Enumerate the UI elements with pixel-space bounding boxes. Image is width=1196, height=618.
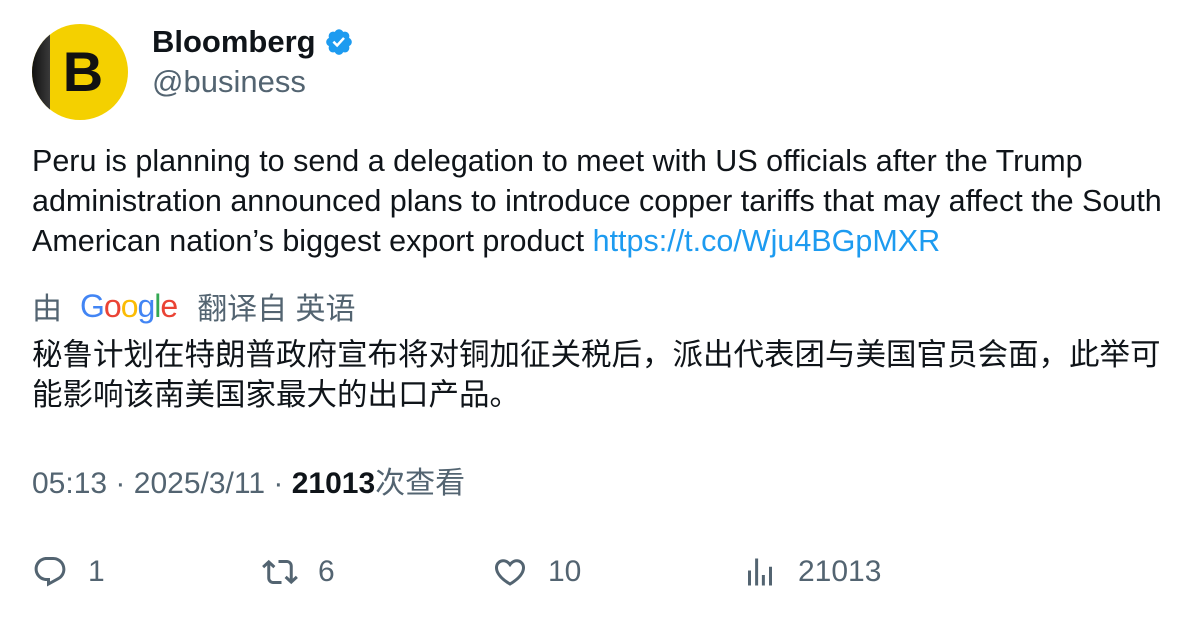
repost-icon <box>262 559 298 585</box>
reply-button[interactable]: 1 <box>32 548 105 596</box>
action-bar: 1 6 10 21013 <box>0 548 1196 596</box>
meta-separator: · <box>115 467 126 500</box>
tweet-meta: 05:13 · 2025/3/11 · 21013次查看 <box>32 464 465 504</box>
reply-icon <box>34 557 66 587</box>
repost-count: 6 <box>318 555 335 588</box>
heart-icon <box>494 559 526 586</box>
tweet-time[interactable]: 05:13 <box>32 467 107 500</box>
like-button[interactable]: 10 <box>492 548 581 596</box>
views-label: 次查看 <box>375 467 466 500</box>
tweet-date[interactable]: 2025/3/11 <box>134 467 265 500</box>
translation-from-label: 翻译自 英语 <box>197 293 356 326</box>
tweet-link[interactable]: https://t.co/Wju4BGpMXR <box>593 224 940 258</box>
like-count: 10 <box>548 555 582 588</box>
translation-attribution[interactable]: 由 Google 翻译自 英语 <box>32 286 356 326</box>
reply-count: 1 <box>88 555 105 588</box>
avatar[interactable]: B <box>32 24 128 120</box>
translation-by-label: 由 <box>32 293 62 326</box>
author-handle[interactable]: @business <box>152 62 306 102</box>
views-button[interactable]: 21013 <box>742 548 881 596</box>
meta-separator: · <box>273 467 284 500</box>
translated-text: 秘鲁计划在特朗普政府宣布将对铜加征关税后，派出代表团与美国官员会面，此举可能影响… <box>32 338 1161 413</box>
views-count: 21013 <box>291 467 376 500</box>
tweet-text: Peru is planning to send a delegation to… <box>32 141 1172 261</box>
verified-badge-icon <box>325 29 352 55</box>
repost-button[interactable]: 6 <box>262 548 335 596</box>
avatar-letter: B <box>62 40 104 103</box>
google-logo: Google <box>80 288 178 324</box>
author-name-row: Bloomberg <box>152 22 354 62</box>
author-display-name[interactable]: Bloomberg <box>152 22 316 62</box>
views-action-count: 21013 <box>798 555 882 588</box>
avatar-stripe <box>32 24 50 120</box>
analytics-icon <box>748 558 772 586</box>
